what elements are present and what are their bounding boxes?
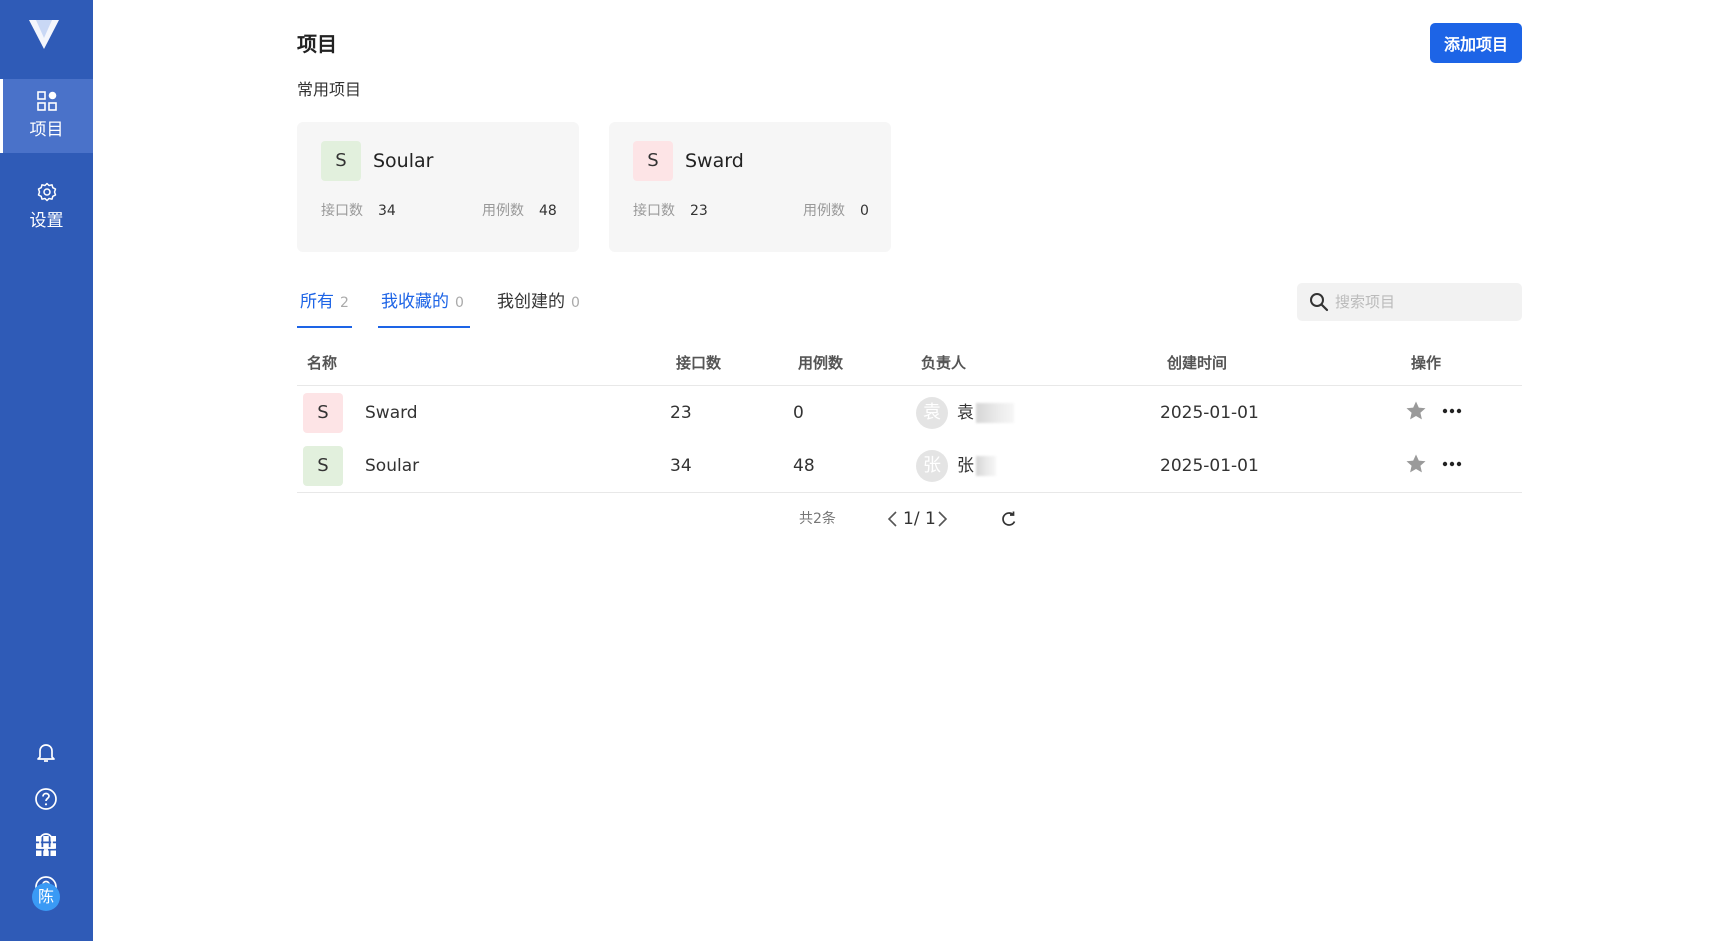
owner-name-text: 袁 xyxy=(957,403,974,423)
recent-project-card[interactable]: S Soular 接口数 34 用例数 48 xyxy=(297,122,579,252)
chevron-right-icon[interactable] xyxy=(935,508,949,530)
help-icon[interactable] xyxy=(34,787,58,811)
tab-label: 我创建的 xyxy=(497,292,565,312)
column-header-apis: 接口数 xyxy=(676,354,722,372)
star-icon[interactable] xyxy=(1404,452,1428,476)
column-header-owner: 负责人 xyxy=(921,354,967,372)
project-badge: S xyxy=(303,393,343,433)
case-count: 0 xyxy=(860,203,869,219)
tab-label: 我收藏的 xyxy=(381,292,449,312)
tab-count: 2 xyxy=(340,295,349,311)
redacted-blur xyxy=(976,456,996,476)
apps-grid-icon[interactable] xyxy=(34,834,58,858)
created-date: 2025-01-01 xyxy=(1160,456,1259,476)
owner-avatar: 袁 xyxy=(916,397,948,429)
tab-count: 0 xyxy=(571,295,580,311)
search-icon xyxy=(1310,293,1329,312)
api-count-label: 接口数 xyxy=(633,203,675,219)
column-header-name: 名称 xyxy=(307,354,338,372)
api-count: 23 xyxy=(690,203,708,219)
owner-avatar: 张 xyxy=(916,450,948,482)
tab-favorites[interactable]: 我收藏的 0 xyxy=(378,290,470,328)
owner-name-text: 张 xyxy=(957,456,974,476)
owner-name: 袁 xyxy=(957,402,1014,424)
project-name: Soular xyxy=(373,150,434,172)
table-row[interactable]: S Soular 34 48 张 张 2025-01-01 xyxy=(297,440,1522,492)
created-date: 2025-01-01 xyxy=(1160,403,1259,423)
project-grid-icon xyxy=(37,91,57,111)
user-avatar[interactable]: 陈 xyxy=(32,883,60,911)
chevron-left-icon[interactable] xyxy=(886,508,900,530)
case-count: 48 xyxy=(793,456,815,476)
api-count: 34 xyxy=(670,456,692,476)
tab-underline xyxy=(297,326,352,328)
column-header-cases: 用例数 xyxy=(798,354,844,372)
search-box[interactable] xyxy=(1297,283,1522,321)
api-count: 34 xyxy=(378,203,396,219)
project-badge: S xyxy=(303,446,343,486)
case-count: 48 xyxy=(539,203,557,219)
tab-underline xyxy=(378,326,470,328)
case-count: 0 xyxy=(793,403,804,423)
project-badge: S xyxy=(633,141,673,181)
page-title: 项目 xyxy=(297,32,337,56)
more-icon[interactable] xyxy=(1440,452,1464,476)
more-icon[interactable] xyxy=(1440,399,1464,423)
app-logo[interactable] xyxy=(26,16,62,52)
api-count: 23 xyxy=(670,403,692,423)
project-name: Sward xyxy=(685,150,744,172)
total-count: 共2条 xyxy=(799,511,836,527)
sidebar-item-projects[interactable]: 项目 xyxy=(0,79,93,153)
divider xyxy=(297,492,1522,493)
column-header-actions: 操作 xyxy=(1411,354,1442,372)
star-icon[interactable] xyxy=(1404,399,1428,423)
project-name-link[interactable]: Soular xyxy=(365,455,419,477)
sidebar-item-label: 设置 xyxy=(29,211,64,231)
tab-all[interactable]: 所有 2 xyxy=(297,290,352,328)
page-indicator: 1/ 1 xyxy=(903,509,936,529)
sidebar-item-settings[interactable]: 设置 xyxy=(0,170,93,244)
tab-label: 所有 xyxy=(300,292,334,312)
table-row[interactable]: S Sward 23 0 袁 袁 2025-01-01 xyxy=(297,387,1522,439)
tab-created[interactable]: 我创建的 0 xyxy=(497,290,580,328)
refresh-icon[interactable] xyxy=(999,509,1019,529)
recent-project-card[interactable]: S Sward 接口数 23 用例数 0 xyxy=(609,122,891,252)
api-count-label: 接口数 xyxy=(321,203,363,219)
recent-projects-label: 常用项目 xyxy=(297,80,362,99)
project-badge: S xyxy=(321,141,361,181)
gear-icon xyxy=(37,182,57,202)
column-header-created: 创建时间 xyxy=(1167,354,1228,372)
owner-name: 张 xyxy=(957,455,996,477)
divider xyxy=(297,385,1522,386)
search-input[interactable] xyxy=(1335,283,1515,321)
case-count-label: 用例数 xyxy=(482,203,524,219)
tab-count: 0 xyxy=(455,295,464,311)
add-project-button[interactable]: 添加项目 xyxy=(1430,23,1522,63)
sidebar-item-label: 项目 xyxy=(29,120,64,140)
case-count-label: 用例数 xyxy=(803,203,845,219)
project-name-link[interactable]: Sward xyxy=(365,402,418,424)
bell-icon[interactable] xyxy=(34,740,58,764)
redacted-blur xyxy=(976,403,1014,423)
